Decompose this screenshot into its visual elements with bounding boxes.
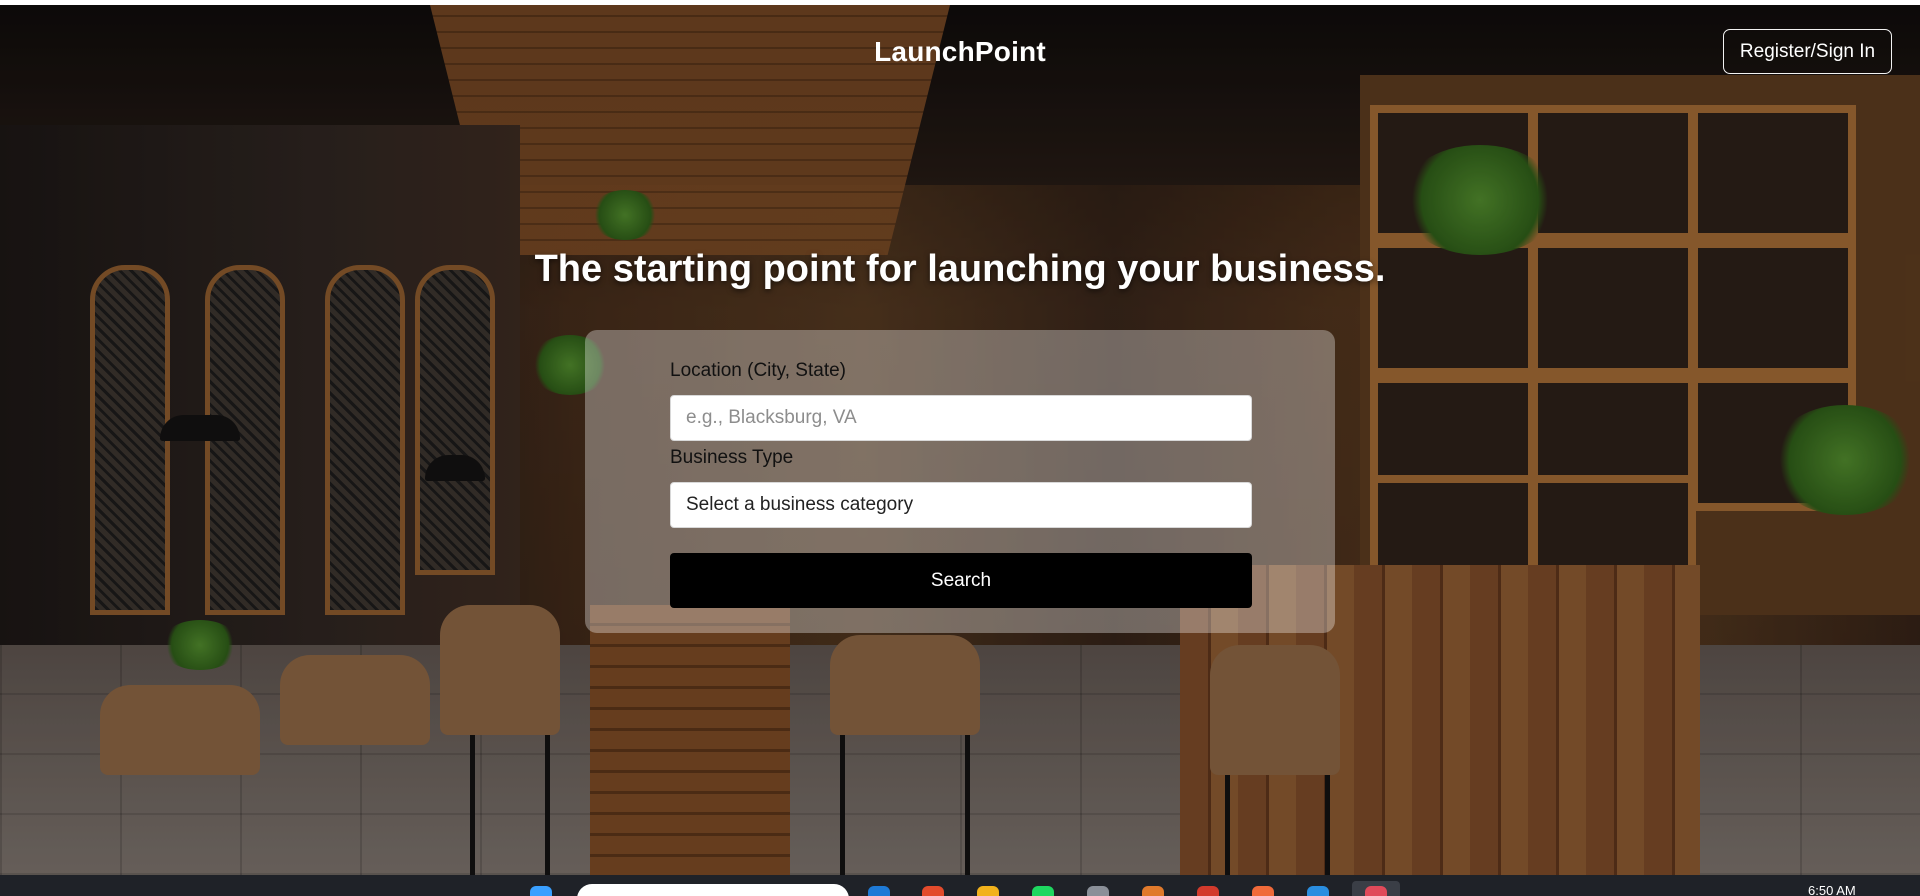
edge-icon[interactable] xyxy=(868,886,890,896)
spotify-icon[interactable] xyxy=(1032,886,1054,896)
active-app-icon[interactable] xyxy=(1365,886,1387,896)
app-icon[interactable] xyxy=(1307,886,1329,896)
location-input[interactable]: e.g., Blacksburg, VA xyxy=(670,395,1252,441)
app-icon[interactable] xyxy=(1087,886,1109,896)
business-type-label: Business Type xyxy=(670,447,794,468)
chrome-icon[interactable] xyxy=(922,886,944,896)
business-type-selected-value: Select a business category xyxy=(686,494,914,515)
location-label: Location (City, State) xyxy=(670,360,847,381)
start-icon[interactable] xyxy=(530,886,552,896)
app-icon[interactable] xyxy=(1197,886,1219,896)
taskbar-clock[interactable]: 6:50 AM xyxy=(1808,883,1856,896)
search-card: Location (City, State) e.g., Blacksburg,… xyxy=(585,330,1335,633)
taskbar: 6:50 AM xyxy=(0,875,1920,896)
app-icon[interactable] xyxy=(1142,886,1164,896)
folder-icon[interactable] xyxy=(977,886,999,896)
brand-logo[interactable]: LaunchPoint xyxy=(0,36,1920,68)
taskbar-search-box[interactable] xyxy=(577,884,849,896)
app-icon[interactable] xyxy=(1252,886,1274,896)
hero-headline: The starting point for launching your bu… xyxy=(534,248,1386,290)
register-sign-in-button[interactable]: Register/Sign In xyxy=(1723,29,1892,74)
search-button[interactable]: Search xyxy=(670,553,1252,608)
location-placeholder: e.g., Blacksburg, VA xyxy=(686,407,857,428)
business-type-select[interactable]: Select a business category xyxy=(670,482,1252,528)
